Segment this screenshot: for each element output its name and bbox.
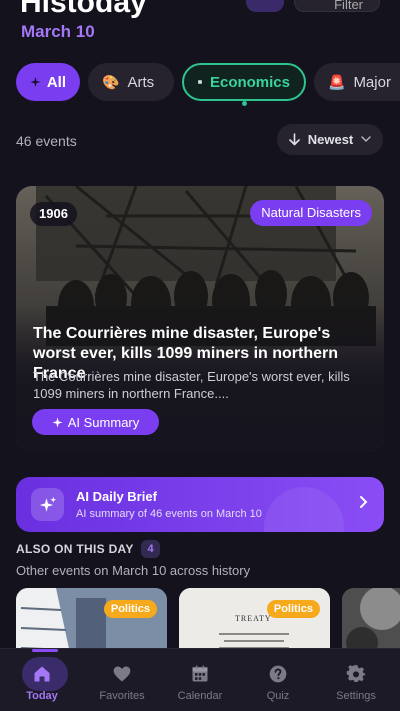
banner-glow [264,487,344,532]
tab-label: Favorites [99,690,145,702]
alarm-icon: 🚨 [328,73,346,90]
filter-button[interactable]: Filter [294,0,380,12]
chip-label: Economics [209,73,290,91]
question-icon [269,665,287,683]
header-action-button[interactable] [246,0,284,12]
chevron-right-icon [360,496,368,508]
home-icon [34,666,50,682]
tab-label: Quiz [266,690,290,702]
ai-summary-button[interactable]: AI Summary [32,409,159,435]
chip-label: Arts [127,73,155,91]
brief-title: AI Daily Brief [76,489,157,504]
tab-settings[interactable]: Settings [316,649,396,711]
category-badge: Natural Disasters [250,200,372,226]
event-description: The Courrières mine disaster, Europe's w… [33,369,350,401]
chip-major[interactable]: 🚨 Major [314,63,400,101]
tab-label: Today [26,690,58,702]
calendar-icon [192,665,208,682]
chevron-down-icon [361,136,372,143]
tab-today[interactable]: Today [2,649,82,711]
chip-arts[interactable]: 🎨 Arts [88,63,174,101]
sparkle-icon [30,77,41,87]
chip-all[interactable]: All [16,63,80,101]
sort-label: Newest [307,132,354,147]
chip-economics[interactable]: Economics [182,63,306,101]
sort-button[interactable]: Newest [277,124,383,155]
selected-chip-indicator [242,101,247,106]
section-title: ALSO ON THIS DAY [16,542,134,556]
section-count-badge: 4 [141,540,160,558]
current-date: March 10 [21,22,95,41]
heart-icon [113,666,131,682]
category-badge: Politics [103,600,157,618]
chip-label: All [46,73,66,91]
tab-label: Settings [336,690,376,702]
chip-label: Major [353,73,391,91]
tab-favorites[interactable]: Favorites [82,649,162,711]
filter-label: Filter [334,0,363,12]
arrow-down-icon [288,133,300,146]
events-count: 46 events [16,133,77,149]
app-title: Histoday [20,0,147,19]
brief-subtitle: AI summary of 46 events on March 10 [76,508,262,520]
section-subtitle: Other events on March 10 across history [16,563,251,578]
active-tab-indicator [32,649,58,652]
featured-event-card[interactable]: 1906 Natural Disasters The Courrières mi… [16,186,384,452]
ai-summary-label: AI Summary [67,414,140,430]
tab-calendar[interactable]: Calendar [160,649,240,711]
sparkle-icon [31,488,64,521]
gear-icon [346,665,366,683]
document-heading: TREATY [235,614,272,623]
category-badge: Politics [266,600,320,618]
sparkle-icon [52,416,63,428]
category-chips: All 🎨 Arts Economics 🚨 Major [16,63,400,103]
ai-daily-brief-banner[interactable]: AI Daily Brief AI summary of 46 events o… [16,477,384,532]
year-badge: 1906 [30,202,77,226]
bottom-tab-bar: Today Favorites Calendar Quiz Settings [0,648,400,711]
chart-icon [198,80,202,84]
tab-label: Calendar [177,690,223,702]
tab-quiz[interactable]: Quiz [238,649,318,711]
palette-icon: 🎨 [102,73,120,90]
